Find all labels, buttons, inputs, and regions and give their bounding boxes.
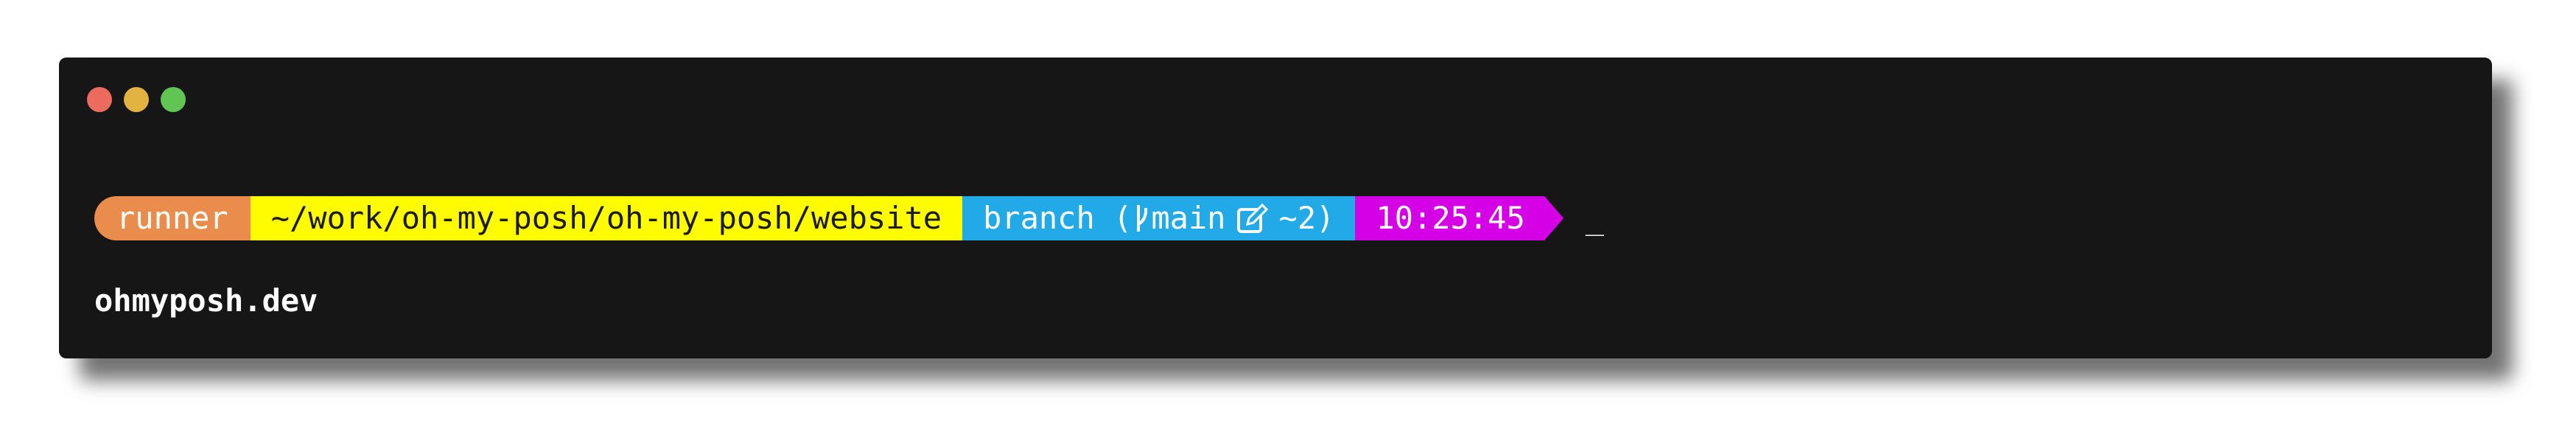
prompt-time-segment: 10:25:45	[1355, 196, 1544, 240]
shell-prompt: runner ~/work/oh-my-posh/oh-my-posh/webs…	[94, 196, 1604, 240]
terminal-window: runner ~/work/oh-my-posh/oh-my-posh/webs…	[59, 58, 2492, 358]
prompt-user-segment: runner	[94, 196, 251, 240]
minimize-button[interactable]	[124, 87, 149, 112]
git-prefix: branch (	[983, 200, 1133, 236]
edit-icon	[1237, 203, 1269, 233]
prompt-path: ~/work/oh-my-posh/oh-my-posh/website	[270, 200, 942, 236]
prompt-arrow-icon	[1544, 196, 1564, 240]
prompt-user: runner	[116, 200, 228, 236]
git-branch-icon	[1137, 205, 1148, 232]
maximize-button[interactable]	[161, 87, 186, 112]
prompt-path-segment: ~/work/oh-my-posh/oh-my-posh/website	[250, 196, 963, 240]
window-controls	[87, 87, 186, 114]
git-branch: main	[1151, 200, 1226, 236]
git-changes: ~2)	[1278, 200, 1335, 236]
text-cursor[interactable]: _	[1586, 196, 1604, 240]
prompt-git-segment: branch ( main ~2)	[962, 196, 1356, 240]
prompt-time: 10:25:45	[1376, 200, 1525, 236]
close-button[interactable]	[87, 87, 112, 112]
website-url: ohmyposh.dev	[94, 282, 318, 319]
